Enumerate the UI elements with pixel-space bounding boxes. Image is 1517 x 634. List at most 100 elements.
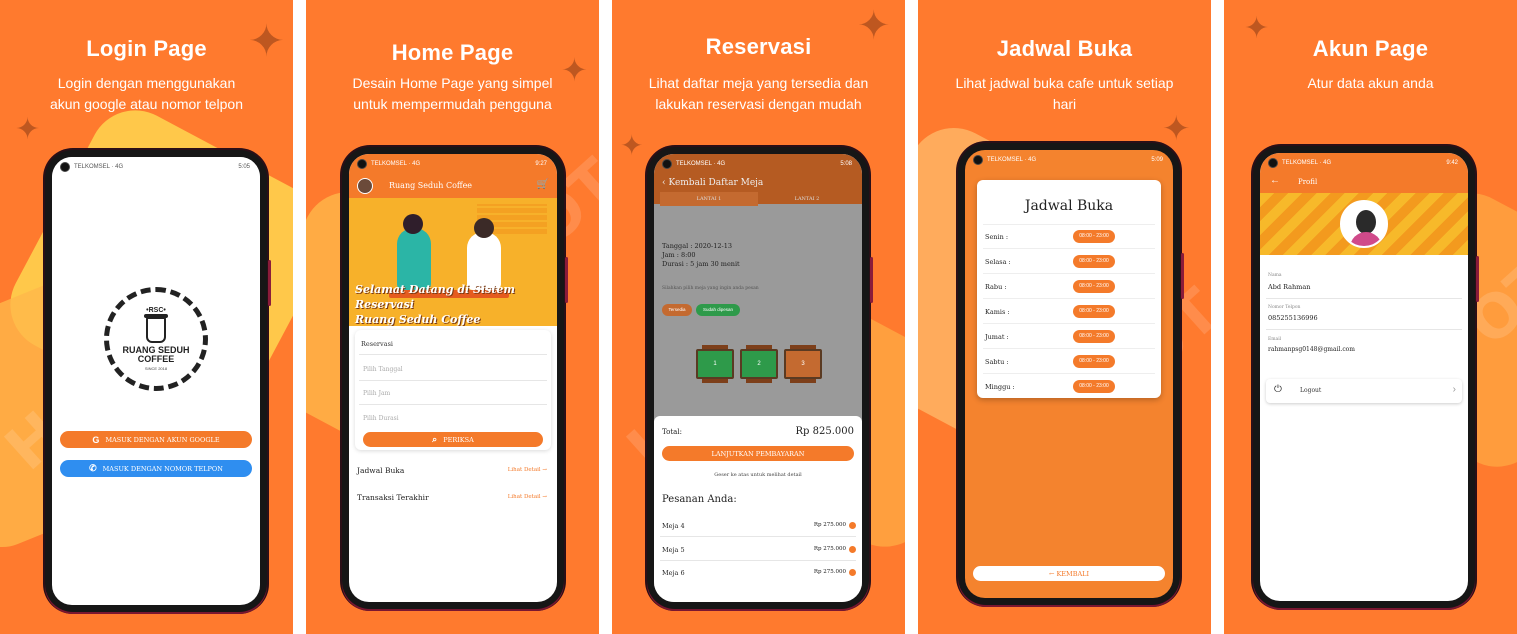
divider — [359, 404, 547, 405]
schedule-link[interactable]: Lihat Detail → — [508, 467, 547, 473]
time-badge: 08:00 - 23:00 — [1073, 280, 1115, 293]
app-header: TELKOMSEL · 4G 5:08 ‹ Kembali Daftar Mej… — [654, 154, 862, 206]
divider — [660, 560, 856, 561]
signal-info: TELKOMSEL · 4G — [371, 161, 421, 167]
welcome-banner: Selamat Datang di Sistem Reservasi Ruang… — [349, 198, 557, 326]
phone-icon: ✆ — [89, 463, 97, 473]
order-price: Rp 275.000 — [813, 569, 846, 575]
date-input[interactable]: Pilih Tanggal — [363, 366, 403, 373]
app-header: TELKOMSEL · 4G 9:27 Ruang Seduh Coffee 🛒 — [349, 154, 557, 198]
tab-floor-1[interactable]: LANTAI 1 — [660, 192, 758, 206]
divider — [983, 373, 1155, 374]
schedule-screen: TELKOMSEL · 4G 5:09 Jadwal Buka Senin : … — [965, 150, 1173, 598]
day-label: Senin : — [985, 233, 1009, 241]
remove-order-icon[interactable] — [849, 522, 856, 529]
transactions-row[interactable]: Transaksi Terakhir — [357, 493, 429, 502]
app-header: TELKOMSEL · 4G 9:42 ← Profil — [1260, 153, 1468, 193]
subtitle-line: Login dengan menggunakan — [57, 75, 236, 91]
cart-icon[interactable]: 🛒 — [537, 179, 549, 190]
panel-login: HOTPOT ✦ ✦ Login Page Login dengan mengg… — [0, 0, 293, 634]
phone-frame: TELKOMSEL · 4G 5:08 ‹ Kembali Daftar Mej… — [647, 147, 873, 609]
logo-name-line: COFFEE — [137, 354, 175, 364]
divider — [983, 248, 1155, 249]
sparkle-icon: ✦ — [620, 129, 644, 162]
day-label: Sabtu : — [985, 358, 1009, 366]
check-button[interactable]: ⌕ PERIKSA — [363, 432, 543, 447]
logout-button[interactable]: ⏻ Logout › — [1266, 379, 1462, 403]
google-login-label: MASUK DENGAN AKUN GOOGLE — [105, 435, 220, 444]
panel-subtitle: Lihat daftar meja yang tersedia dan laku… — [622, 73, 895, 115]
transactions-link[interactable]: Lihat Detail → — [508, 494, 547, 500]
status-time: 5:09 — [1151, 157, 1163, 163]
power-icon: ⏻ — [1274, 384, 1282, 395]
welcome-line: Ruang Seduh Coffee — [355, 313, 481, 326]
time-badge: 08:00 - 23:00 — [1073, 380, 1115, 393]
panel-jadwal: HOTPOT ✦ Jadwal Buka Lihat jadwal buka c… — [918, 0, 1211, 634]
check-label: PERIKSA — [443, 435, 474, 444]
legend-booked: Sudah dipesan — [696, 304, 740, 316]
phone-label: Nomor Telpon — [1268, 305, 1301, 310]
floor-tabs: LANTAI 1 LANTAI 2 — [660, 192, 856, 206]
remove-order-icon[interactable] — [849, 546, 856, 553]
signal-info: TELKOMSEL · 4G — [74, 164, 124, 170]
duration-input[interactable]: Pilih Durasi — [363, 415, 399, 422]
pay-button[interactable]: LANJUTKAN PEMBAYARAN — [662, 446, 854, 461]
name-value[interactable]: Abd Rahman — [1268, 283, 1310, 291]
avatar[interactable] — [357, 178, 373, 194]
back-button[interactable]: ← KEMBALI — [973, 566, 1165, 581]
time-badge: 08:00 - 23:00 — [1073, 305, 1115, 318]
divider — [1266, 329, 1462, 330]
back-button[interactable]: ‹ Kembali Daftar Meja — [662, 178, 763, 188]
table-seat[interactable]: 1 — [696, 345, 734, 383]
subtitle-line: Desain Home Page yang simpel — [352, 75, 553, 91]
profile-screen: TELKOMSEL · 4G 9:42 ← Profil Nama Abd Ra… — [1260, 153, 1468, 601]
reservation-date: Tanggal : 2020-12-13 — [662, 242, 732, 250]
email-value[interactable]: rahmanpsg0148@gmail.com — [1268, 346, 1355, 353]
logo-name: RUANG SEDUH COFFEE — [122, 346, 189, 364]
name-label: Nama — [1268, 273, 1282, 278]
phone-frame: TELKOMSEL · 4G 9:42 ← Profil Nama Abd Ra… — [1253, 146, 1479, 608]
remove-order-icon[interactable] — [849, 569, 856, 576]
day-label: Kamis : — [985, 308, 1010, 316]
status-bar: TELKOMSEL · 4G 5:09 — [965, 150, 1173, 170]
home-screen: TELKOMSEL · 4G 9:27 Ruang Seduh Coffee 🛒… — [349, 154, 557, 602]
back-label: ← KEMBALI — [1048, 569, 1090, 578]
status-time: 9:42 — [1446, 160, 1458, 166]
logo-tag: •RSC• — [146, 307, 166, 314]
order-sheet[interactable]: Total: Rp 825.000 LANJUTKAN PEMBAYARAN G… — [654, 416, 862, 602]
orders-title: Pesanan Anda: — [662, 494, 737, 505]
divider — [359, 354, 547, 355]
camera-icon — [973, 155, 983, 165]
table-seat[interactable]: 2 — [740, 345, 778, 383]
profile-title: Profil — [1298, 178, 1318, 186]
search-icon: ⌕ — [432, 434, 438, 444]
reservation-duration: Durasi : 5 jam 30 menit — [662, 260, 740, 268]
reservation-time: Jam : 8:00 — [662, 251, 696, 259]
panel-subtitle: Desain Home Page yang simpel untuk mempe… — [316, 73, 589, 115]
tab-floor-2[interactable]: LANTAI 2 — [758, 192, 856, 206]
phone-login-button[interactable]: ✆ MASUK DENGAN NOMOR TELPON — [60, 460, 252, 477]
status-time: 5:08 — [840, 161, 852, 167]
panel-akun: HOTPOT ✦ Akun Page Atur data akun anda T… — [1224, 0, 1517, 634]
schedule-row[interactable]: Jadwal Buka — [357, 466, 404, 475]
time-badge: 08:00 - 23:00 — [1073, 230, 1115, 243]
profile-avatar[interactable] — [1340, 200, 1388, 248]
table-seat[interactable]: 3 — [784, 345, 822, 383]
signal-info: TELKOMSEL · 4G — [676, 161, 726, 167]
total-value: Rp 825.000 — [795, 426, 854, 437]
table-hint: Silahkan pilih meja yang ingin anda pesa… — [662, 286, 759, 291]
back-arrow-icon[interactable]: ← — [1270, 175, 1280, 186]
time-badge: 08:00 - 23:00 — [1073, 355, 1115, 368]
pay-label: LANJUTKAN PEMBAYARAN — [711, 449, 805, 458]
phone-value[interactable]: 085255136996 — [1268, 314, 1318, 322]
coffee-cup-icon — [144, 314, 168, 343]
subtitle-line: Atur data akun anda — [1307, 75, 1434, 91]
camera-icon — [1268, 158, 1278, 168]
time-badge: 08:00 - 23:00 — [1073, 255, 1115, 268]
time-input[interactable]: Pilih Jam — [363, 390, 390, 397]
sparkle-icon: ✦ — [15, 112, 41, 147]
chevron-right-icon: › — [1452, 384, 1456, 395]
order-name: Meja 6 — [662, 569, 685, 577]
divider — [983, 273, 1155, 274]
google-login-button[interactable]: G MASUK DENGAN AKUN GOOGLE — [60, 431, 252, 448]
